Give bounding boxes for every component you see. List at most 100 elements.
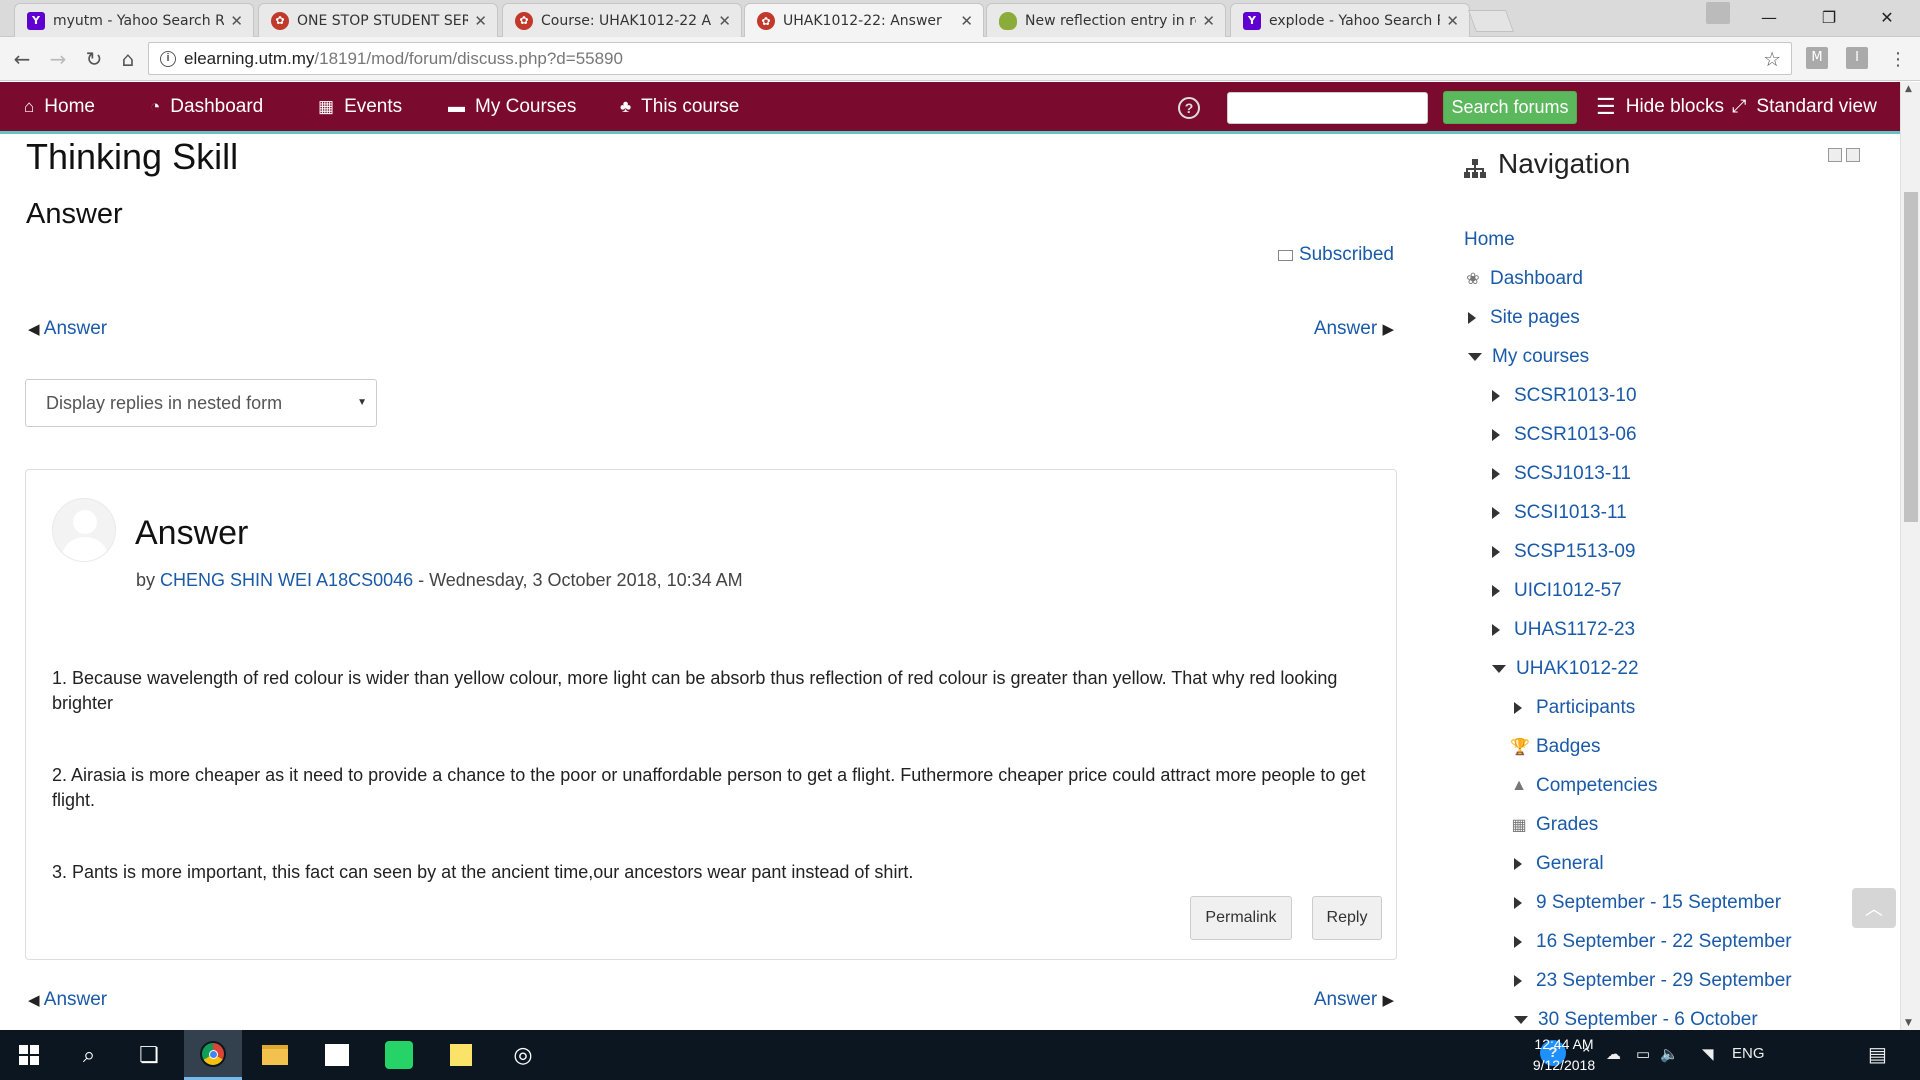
browser-tab[interactable]: New reflection entry in re ✕: [986, 3, 1226, 37]
expanded-triangle-icon[interactable]: [1492, 665, 1506, 673]
browser-tab[interactable]: ✿ ONE STOP STUDENT SER ✕: [258, 3, 498, 37]
task-view-icon[interactable]: ❏: [120, 1030, 178, 1080]
search-icon[interactable]: ⌕: [60, 1030, 118, 1080]
nav-node[interactable]: 16 September - 22 September: [1514, 931, 1792, 953]
collapsed-triangle-icon[interactable]: [1514, 702, 1522, 714]
extension-icon[interactable]: I: [1846, 47, 1868, 69]
browser-tab-active[interactable]: ✿ UHAK1012-22: Answer ✕: [744, 3, 984, 38]
restore-icon[interactable]: ❐: [1806, 0, 1852, 34]
collapsed-triangle-icon[interactable]: [1514, 897, 1522, 909]
nav-node[interactable]: 23 September - 29 September: [1514, 970, 1792, 992]
standard-view-button[interactable]: ⤢ Standard view: [1732, 82, 1877, 131]
nav-node[interactable]: ❀ Dashboard: [1464, 268, 1583, 290]
collapsed-triangle-icon[interactable]: [1492, 507, 1500, 519]
nav-node[interactable]: Participants: [1514, 697, 1635, 719]
next-discussion-link[interactable]: Answer ▶: [1314, 318, 1394, 340]
nav-node[interactable]: Home: [1464, 229, 1515, 251]
tab-close-icon[interactable]: ✕: [718, 12, 731, 30]
navbar-this-course[interactable]: ♣ This course: [620, 82, 739, 131]
collapsed-triangle-icon[interactable]: [1514, 858, 1522, 870]
sticky-notes-icon[interactable]: [432, 1030, 490, 1080]
whatsapp-icon[interactable]: [370, 1030, 428, 1080]
previous-discussion-link[interactable]: ◀ Answer: [28, 989, 107, 1011]
collapsed-triangle-icon[interactable]: [1492, 546, 1500, 558]
forum-search-input[interactable]: [1227, 92, 1428, 124]
browser-tab[interactable]: Y myutm - Yahoo Search R ✕: [14, 3, 254, 37]
info-icon[interactable]: i: [160, 50, 176, 67]
nav-node[interactable]: SCSI1013-11: [1492, 502, 1627, 524]
home-icon[interactable]: ⌂: [114, 45, 142, 73]
help-icon[interactable]: ?: [1178, 97, 1200, 119]
url-bar[interactable]: i elearning.utm.my/18191/mod/forum/discu…: [148, 42, 1792, 75]
nav-node[interactable]: ▲ Competencies: [1510, 775, 1657, 797]
browser-tab[interactable]: ✿ Course: UHAK1012-22 A ✕: [502, 3, 742, 37]
expanded-triangle-icon[interactable]: [1468, 353, 1482, 361]
collapsed-triangle-icon[interactable]: [1492, 429, 1500, 441]
tab-close-icon[interactable]: ✕: [474, 12, 487, 30]
tab-close-icon[interactable]: ✕: [230, 12, 243, 30]
nav-node[interactable]: General: [1514, 853, 1604, 875]
collapsed-triangle-icon[interactable]: [1514, 936, 1522, 948]
nav-node[interactable]: SCSJ1013-11: [1492, 463, 1631, 485]
collapsed-triangle-icon[interactable]: [1492, 468, 1500, 480]
avatar[interactable]: [52, 498, 116, 562]
nav-node[interactable]: SCSP1513-09: [1492, 541, 1635, 563]
expanded-triangle-icon[interactable]: [1514, 1016, 1528, 1024]
next-discussion-link[interactable]: Answer ▶: [1314, 989, 1394, 1011]
nav-node[interactable]: UHAK1012-22: [1492, 658, 1639, 680]
navbar-dashboard[interactable]: ◔ Dashboard: [150, 82, 263, 131]
scroll-down-icon[interactable]: ▼: [1905, 1018, 1912, 1028]
nav-node[interactable]: 30 September - 6 October: [1514, 1009, 1758, 1030]
subscribed-toggle[interactable]: Subscribed: [1277, 244, 1394, 266]
windows-start-icon[interactable]: [0, 1030, 58, 1080]
minimize-icon[interactable]: —: [1746, 0, 1792, 34]
extension-icon[interactable]: M: [1806, 47, 1828, 69]
collapsed-triangle-icon[interactable]: [1492, 390, 1500, 402]
groove-music-icon[interactable]: ◎: [494, 1030, 552, 1080]
nav-node[interactable]: Site pages: [1468, 307, 1580, 329]
chrome-icon[interactable]: [184, 1030, 242, 1080]
wifi-icon[interactable]: ◥: [1702, 1045, 1714, 1063]
reply-button[interactable]: Reply: [1312, 896, 1382, 940]
previous-discussion-link[interactable]: ◀ Answer: [28, 318, 107, 340]
nav-node[interactable]: 9 September - 15 September: [1514, 892, 1781, 914]
profile-icon[interactable]: [1706, 2, 1730, 24]
page-scrollbar[interactable]: ▲ ▼: [1900, 82, 1920, 1030]
forward-icon[interactable]: →: [44, 45, 72, 73]
permalink-button[interactable]: Permalink: [1190, 896, 1292, 940]
bookmark-star-icon[interactable]: ☆: [1763, 47, 1781, 72]
nav-node[interactable]: ▦ Grades: [1510, 814, 1598, 836]
back-icon[interactable]: ←: [8, 45, 36, 73]
reload-icon[interactable]: ↻: [80, 45, 108, 73]
battery-icon[interactable]: ▭: [1636, 1045, 1650, 1063]
post-author-link[interactable]: CHENG SHIN WEI A18CS0046: [160, 570, 413, 590]
tab-close-icon[interactable]: ✕: [1446, 12, 1459, 30]
nav-node[interactable]: UHAS1172-23: [1492, 619, 1635, 641]
new-tab-button[interactable]: [1467, 10, 1515, 32]
back-to-top-button[interactable]: ︿: [1852, 888, 1896, 928]
language-indicator[interactable]: ENG: [1732, 1045, 1765, 1062]
store-icon[interactable]: [308, 1030, 366, 1080]
file-explorer-icon[interactable]: [246, 1030, 304, 1080]
collapsed-triangle-icon[interactable]: [1468, 312, 1476, 324]
nav-node[interactable]: SCSR1013-10: [1492, 385, 1637, 407]
hide-blocks-button[interactable]: ☰ Hide blocks: [1596, 82, 1724, 131]
collapsed-triangle-icon[interactable]: [1492, 585, 1500, 597]
volume-icon[interactable]: 🔈: [1660, 1045, 1679, 1063]
clock[interactable]: 12:44 AM 9/12/2018: [1524, 1034, 1604, 1076]
tab-close-icon[interactable]: ✕: [1202, 12, 1215, 30]
tab-close-icon[interactable]: ✕: [960, 12, 973, 30]
nav-node[interactable]: SCSR1013-06: [1492, 424, 1637, 446]
onedrive-icon[interactable]: ☁: [1606, 1045, 1621, 1063]
close-window-icon[interactable]: ✕: [1864, 0, 1910, 34]
navbar-my-courses[interactable]: ▬ My Courses: [448, 82, 576, 131]
collapsed-triangle-icon[interactable]: [1514, 975, 1522, 987]
navbar-events[interactable]: ▦ Events: [318, 82, 402, 131]
nav-node[interactable]: 🏆 Badges: [1510, 736, 1600, 758]
browser-tab[interactable]: Y explode - Yahoo Search R ✕: [1230, 3, 1470, 37]
navbar-home[interactable]: ⌂ Home: [24, 82, 95, 131]
scroll-up-icon[interactable]: ▲: [1905, 84, 1912, 94]
scrollbar-thumb[interactable]: [1904, 192, 1918, 522]
notifications-icon[interactable]: ▤: [1868, 1042, 1887, 1067]
block-dock-icon[interactable]: [1846, 148, 1860, 162]
